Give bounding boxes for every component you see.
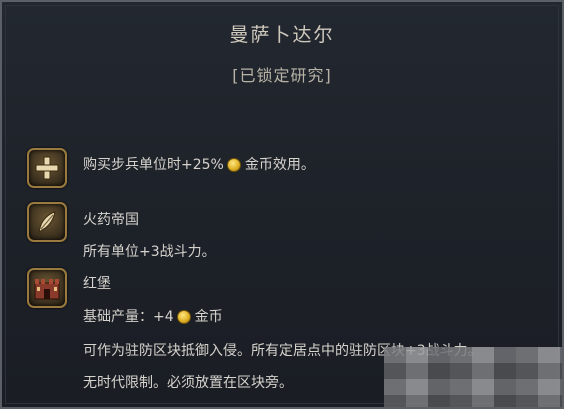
effect-description-red-fort-2: 无时代限制。必须放置在区块旁。 — [83, 375, 293, 391]
effect-description-gunpowder-empire: 所有单位+3战斗力。 — [83, 244, 216, 260]
locked-status: [已锁定研究] — [232, 66, 332, 85]
yield-text-prefix: 基础产量：+4 — [83, 309, 174, 325]
gold-coin-icon — [226, 158, 241, 172]
effect-name-red-fort: 红堡 — [83, 276, 111, 292]
yield-text-suffix: 金币 — [194, 309, 223, 325]
effect-yield-red-fort: 基础产量：+4 金币 — [83, 306, 223, 326]
effect-text-suffix: 金币效用。 — [244, 157, 315, 173]
quill-icon — [27, 202, 67, 242]
red-fort-icon — [27, 268, 67, 308]
effect-text-prefix: 购买步兵单位时+25% — [83, 157, 224, 173]
civic-tooltip: 曼萨卜达尔 [已锁定研究] 购买步兵单位时+25% 金币效用。 火药帝国 所有单… — [0, 0, 564, 409]
watermark-blur — [384, 347, 562, 407]
plus-icon — [27, 148, 67, 188]
effect-infantry-purchase: 购买步兵单位时+25% 金币效用。 — [83, 154, 315, 174]
effect-name-gunpowder-empire: 火药帝国 — [83, 212, 139, 228]
gold-coin-icon — [176, 310, 191, 324]
tooltip-title: 曼萨卜达尔 — [229, 24, 335, 46]
